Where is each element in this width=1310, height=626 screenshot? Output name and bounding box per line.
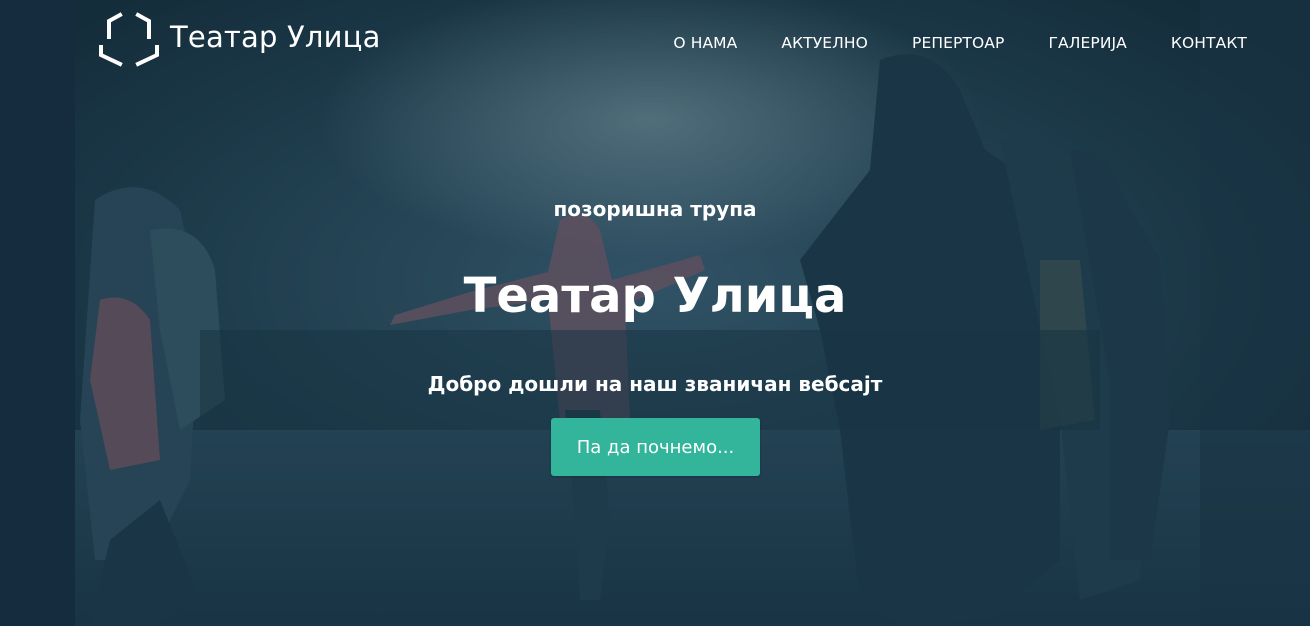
get-started-button[interactable]: Па да почнемо... xyxy=(551,418,760,476)
nav-item-contact[interactable]: КОНТАКТ xyxy=(1149,28,1269,58)
top-navbar: Театар Улица О НАМА АКТУЕЛНО РЕПЕРТОАР Г… xyxy=(0,0,1310,84)
brand-name: Театар Улица xyxy=(170,20,381,54)
main-nav: О НАМА АКТУЕЛНО РЕПЕРТОАР ГАЛЕРИЈА КОНТА… xyxy=(651,28,1269,58)
hexagon-outline-icon xyxy=(99,12,159,67)
hero-title: Театар Улица xyxy=(463,268,847,324)
nav-item-news[interactable]: АКТУЕЛНО xyxy=(759,28,890,58)
nav-item-repertoire[interactable]: РЕПЕРТОАР xyxy=(890,28,1026,58)
hero-subtitle: позоришна трупа xyxy=(553,197,757,221)
brand-link[interactable]: Театар Улица xyxy=(98,11,381,67)
hero-welcome-text: Добро дошли на наш званичан вебсајт xyxy=(427,372,883,396)
nav-item-gallery[interactable]: ГАЛЕРИЈА xyxy=(1026,28,1148,58)
nav-item-about[interactable]: О НАМА xyxy=(651,28,759,58)
hero-section: Театар Улица О НАМА АКТУЕЛНО РЕПЕРТОАР Г… xyxy=(0,0,1310,626)
